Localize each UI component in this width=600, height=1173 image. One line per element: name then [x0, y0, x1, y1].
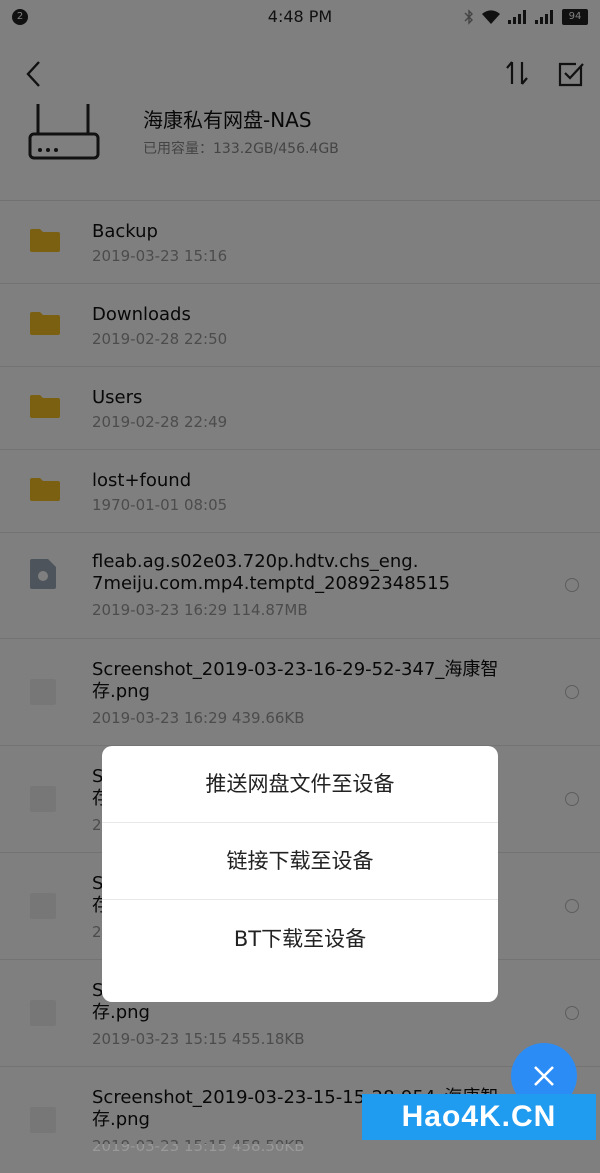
close-icon	[534, 1066, 554, 1086]
watermark-logo: Hao4K.CN	[362, 1094, 596, 1140]
download-options-dialog: 推送网盘文件至设备 链接下载至设备 BT下载至设备	[102, 746, 498, 1002]
push-files-option[interactable]: 推送网盘文件至设备	[102, 746, 498, 823]
link-download-option[interactable]: 链接下载至设备	[102, 823, 498, 900]
bt-download-option[interactable]: BT下载至设备	[102, 900, 498, 1002]
